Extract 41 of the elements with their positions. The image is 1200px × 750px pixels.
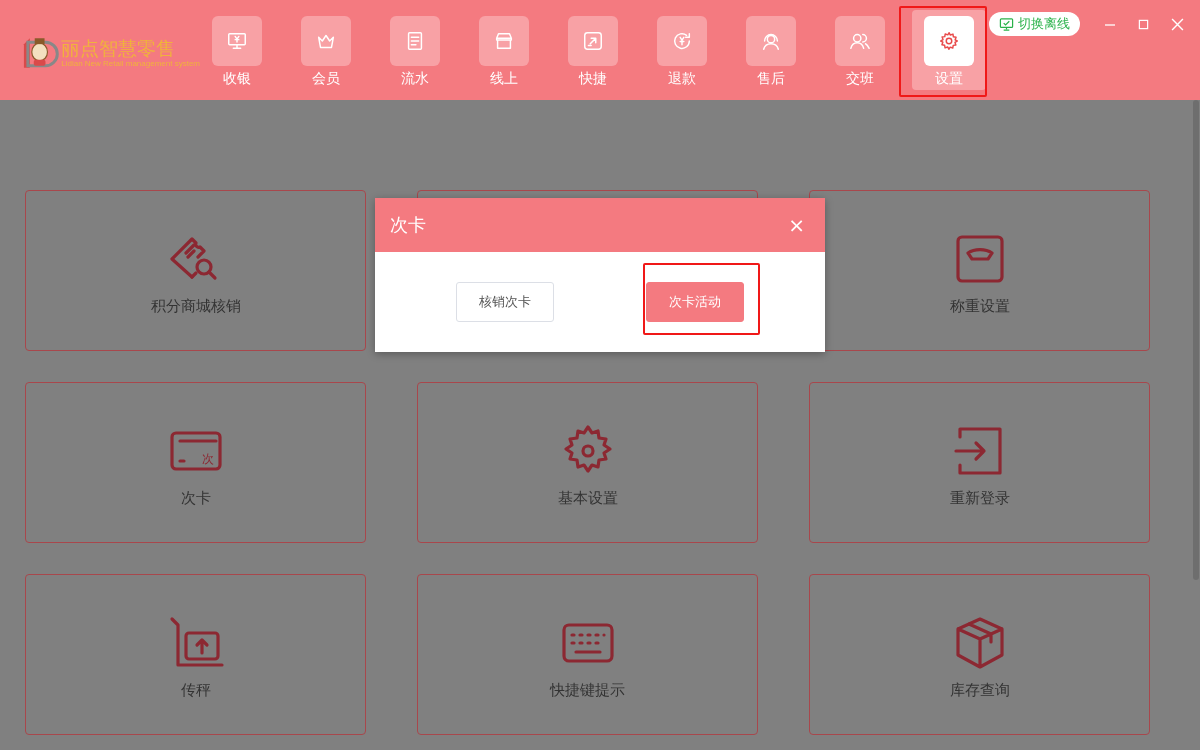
nav-tab[interactable]: 售后	[734, 10, 808, 90]
logo-title: 丽点智慧零售	[61, 36, 177, 59]
card-label: 重新登录	[949, 489, 1010, 508]
settings-card[interactable]: 重新登录	[809, 382, 1150, 543]
refund-icon	[671, 30, 693, 52]
settings-icon	[938, 30, 960, 52]
monitor-check-icon	[999, 16, 1014, 32]
store-icon	[493, 30, 515, 52]
card-label: 传秤	[180, 681, 211, 700]
maximize-icon[interactable]	[1138, 19, 1149, 30]
offline-toggle-button[interactable]: 切换离线	[989, 12, 1080, 36]
arrow-box-icon	[582, 30, 604, 52]
card-label: 次卡	[180, 489, 211, 508]
card-icon-label: 次	[201, 452, 214, 466]
settings-card[interactable]: 快捷键提示	[417, 574, 758, 735]
settings-card[interactable]: 传秤	[25, 574, 366, 735]
card-label: 库存查询	[949, 681, 1010, 700]
close-button[interactable]: ×	[784, 213, 809, 237]
secondary-button[interactable]: 核销次卡	[456, 282, 554, 322]
nav-tab[interactable]: 流水	[378, 10, 452, 90]
settings-card[interactable]: 基本设置	[417, 382, 758, 543]
card-label: 积分商城核销	[150, 297, 241, 316]
nav-tab[interactable]: 设置	[912, 10, 986, 90]
nav-tab[interactable]: 快捷	[556, 10, 630, 90]
monitor-icon	[226, 30, 248, 52]
nav-tab[interactable]: 退款	[645, 10, 719, 90]
close-icon[interactable]	[1171, 18, 1184, 31]
nav-tab[interactable]: 会员	[289, 10, 363, 90]
card-label: 基本设置	[557, 489, 618, 508]
nav-tab[interactable]: 收银	[200, 10, 274, 90]
nav-tab[interactable]: 交班	[823, 10, 897, 90]
settings-card[interactable]: 称重设置	[809, 190, 1150, 351]
settings-card[interactable]: 库存查询	[809, 574, 1150, 735]
nav-tab[interactable]: 线上	[467, 10, 541, 90]
settings-card[interactable]: 次 次卡	[25, 382, 366, 543]
scrollbar-thumb[interactable]	[1193, 100, 1199, 580]
card-label: 快捷键提示	[550, 681, 625, 700]
settings-card[interactable]: 积分商城核销	[25, 190, 366, 351]
card-label: 称重设置	[949, 297, 1010, 316]
primary-button[interactable]: 次卡活动	[646, 282, 744, 322]
dialog-title: 次卡	[390, 213, 426, 237]
